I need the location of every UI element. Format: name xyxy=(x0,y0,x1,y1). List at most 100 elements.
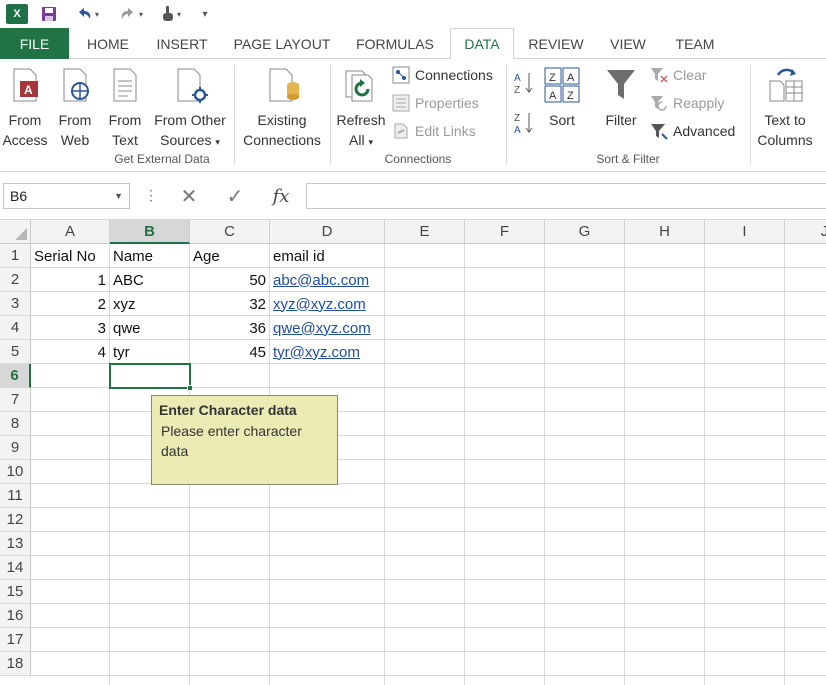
sort-a-to-z-button[interactable]: AZ xyxy=(512,71,538,100)
tab-data[interactable]: DATA xyxy=(450,28,514,60)
column-header-c[interactable]: C xyxy=(190,220,270,244)
column-header-g[interactable]: G xyxy=(545,220,625,244)
active-cell-selection[interactable] xyxy=(109,363,193,391)
email-link-cell[interactable]: xyz@xyz.com xyxy=(270,292,384,316)
name-cell[interactable]: qwe xyxy=(110,316,189,340)
column-header-a[interactable]: A xyxy=(31,220,110,244)
row-header-18[interactable]: 18 xyxy=(0,652,31,676)
advanced-label: Advanced xyxy=(673,123,736,139)
from-access-button[interactable]: A From Access xyxy=(2,67,48,150)
tab-insert[interactable]: INSERT xyxy=(148,28,216,59)
properties-button[interactable]: Properties xyxy=(392,94,479,112)
column-header-i[interactable]: I xyxy=(705,220,785,244)
formula-input[interactable] xyxy=(306,183,826,209)
row-header-11[interactable]: 11 xyxy=(0,484,31,508)
column-header-e[interactable]: E xyxy=(385,220,465,244)
from-other-label-1: From Other xyxy=(154,112,226,128)
sort-button[interactable]: ZAAZ Sort xyxy=(542,67,582,130)
serial-no-cell[interactable]: 2 xyxy=(31,292,109,316)
row-header-2[interactable]: 2 xyxy=(0,268,31,292)
insert-function-icon[interactable]: fx xyxy=(266,184,296,208)
svg-text:Z: Z xyxy=(549,72,556,84)
row-header-15[interactable]: 15 xyxy=(0,580,31,604)
row-header-1[interactable]: 1 xyxy=(0,244,31,268)
age-cell[interactable]: 50 xyxy=(190,268,269,292)
row-header-3[interactable]: 3 xyxy=(0,292,31,316)
sort-z-to-a-button[interactable]: ZA xyxy=(512,111,538,140)
input-message-body: Please enter character data xyxy=(161,423,302,459)
edit-links-button[interactable]: Edit Links xyxy=(392,122,476,140)
tab-file[interactable]: FILE xyxy=(0,28,69,59)
age-cell[interactable]: 32 xyxy=(190,292,269,316)
column-header-b[interactable]: B xyxy=(110,220,190,244)
redo-icon[interactable]: ▾ xyxy=(114,3,148,25)
undo-icon[interactable]: ▾ xyxy=(70,3,104,25)
tab-home[interactable]: HOME xyxy=(78,28,138,59)
serial-no-cell[interactable]: 3 xyxy=(31,316,109,340)
row-header-16[interactable]: 16 xyxy=(0,604,31,628)
column-header-j[interactable]: J xyxy=(785,220,826,244)
serial-no-cell[interactable]: 1 xyxy=(31,268,109,292)
tab-view[interactable]: VIEW xyxy=(600,28,656,59)
header-cell[interactable]: email id xyxy=(270,244,384,268)
row-header-14[interactable]: 14 xyxy=(0,556,31,580)
customize-qat-icon[interactable]: ▾ xyxy=(198,3,212,25)
group-label-connections: Connections xyxy=(384,152,452,166)
column-header-d[interactable]: D xyxy=(270,220,385,244)
other-sources-icon xyxy=(177,68,208,103)
row-header-8[interactable]: 8 xyxy=(0,412,31,436)
serial-no-cell[interactable]: 4 xyxy=(31,340,109,364)
email-link-cell[interactable]: tyr@xyz.com xyxy=(270,340,384,364)
column-header-f[interactable]: F xyxy=(465,220,545,244)
select-all-corner[interactable] xyxy=(0,220,31,244)
row-header-6[interactable]: 6 xyxy=(0,364,31,388)
row-header-7[interactable]: 7 xyxy=(0,388,31,412)
email-link-cell[interactable]: qwe@xyz.com xyxy=(270,316,384,340)
save-icon[interactable] xyxy=(38,3,60,25)
name-box[interactable]: B6 ▼ xyxy=(3,183,130,209)
tab-formulas[interactable]: FORMULAS xyxy=(348,28,442,59)
row-header-4[interactable]: 4 xyxy=(0,316,31,340)
from-web-button[interactable]: From Web xyxy=(53,67,97,150)
name-cell[interactable]: ABC xyxy=(110,268,189,292)
name-cell[interactable]: xyz xyxy=(110,292,189,316)
age-cell[interactable]: 45 xyxy=(190,340,269,364)
row-header-13[interactable]: 13 xyxy=(0,532,31,556)
advanced-button[interactable]: Advanced xyxy=(650,122,735,140)
from-text-button[interactable]: From Text xyxy=(103,67,147,150)
worksheet-grid[interactable]: A B C D E F G H I J 1 2 3 4 5 6 7 8 9 10 11 12 13 14 15 16 17 18 Ser… xyxy=(0,220,826,685)
chevron-down-icon[interactable]: ▼ xyxy=(114,191,123,201)
advanced-filter-icon xyxy=(651,124,668,140)
reapply-button[interactable]: Reapply xyxy=(650,94,724,112)
clear-button[interactable]: Clear xyxy=(650,66,706,84)
cancel-icon[interactable]: ✕ xyxy=(174,184,204,208)
name-cell[interactable]: tyr xyxy=(110,340,189,364)
formula-bar-grip-icon[interactable]: ⋮ xyxy=(144,187,158,204)
tab-page-layout[interactable]: PAGE LAYOUT xyxy=(226,28,338,59)
from-other-sources-button[interactable]: From Other Sources ▾ xyxy=(151,67,229,152)
connections-button[interactable]: Connections xyxy=(392,66,493,84)
refresh-all-button[interactable]: Refresh All ▾ xyxy=(334,67,388,152)
existing-connections-button[interactable]: Existing Connections xyxy=(238,67,326,150)
row-header-5[interactable]: 5 xyxy=(0,340,31,364)
age-cell[interactable]: 36 xyxy=(190,316,269,340)
filter-button[interactable]: Filter xyxy=(600,67,642,130)
column-header-h[interactable]: H xyxy=(625,220,705,244)
touch-mode-icon[interactable]: ▾ xyxy=(156,3,186,25)
header-cell[interactable]: Serial No xyxy=(31,244,109,268)
header-cell[interactable]: Age xyxy=(190,244,269,268)
header-cell[interactable]: Name xyxy=(110,244,189,268)
edit-links-label: Edit Links xyxy=(415,123,476,139)
row-header-9[interactable]: 9 xyxy=(0,436,31,460)
enter-icon[interactable]: ✓ xyxy=(220,184,250,208)
sort-icon: Z AA Z xyxy=(544,67,580,103)
svg-text:A: A xyxy=(549,90,557,102)
row-header-12[interactable]: 12 xyxy=(0,508,31,532)
email-link-cell[interactable]: abc@abc.com xyxy=(270,268,384,292)
text-to-columns-button[interactable]: Text to Columns xyxy=(754,67,816,150)
row-header-10[interactable]: 10 xyxy=(0,460,31,484)
tab-team[interactable]: TEAM xyxy=(666,28,724,59)
fill-handle[interactable] xyxy=(187,385,193,391)
row-header-17[interactable]: 17 xyxy=(0,628,31,652)
tab-review[interactable]: REVIEW xyxy=(522,28,590,59)
